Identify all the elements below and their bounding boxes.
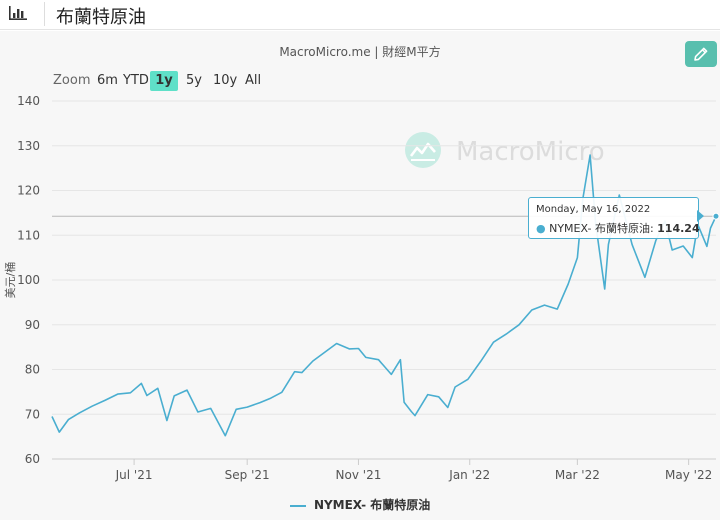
data-point — [671, 249, 673, 251]
data-point — [166, 419, 168, 421]
chart-panel: MacroMicro.me | 財經M平方 Zoom 6m YTD 1y 5y … — [0, 31, 720, 520]
data-point — [301, 371, 303, 373]
x-tick-label: Jan '22 — [448, 468, 490, 482]
data-point — [312, 360, 314, 362]
tooltip-value: 114.24 — [657, 222, 700, 235]
page-title: 布蘭特原油 — [56, 7, 146, 28]
data-point — [631, 243, 633, 245]
x-tick-label: Jul '21 — [115, 468, 153, 482]
data-point — [709, 227, 711, 229]
data-point — [104, 399, 106, 401]
tooltip-series-name: NYMEX- 布蘭特原油 — [549, 222, 650, 235]
data-point — [447, 406, 449, 408]
data-point — [567, 283, 569, 285]
chart-legend[interactable]: NYMEX- 布蘭特原油 — [0, 496, 720, 513]
data-point — [604, 288, 606, 290]
y-tick-label: 110 — [17, 228, 40, 242]
data-point — [173, 395, 175, 397]
y-tick-label: 140 — [17, 94, 40, 108]
data-point — [556, 308, 558, 310]
bar-chart-icon — [9, 6, 27, 20]
hover-marker — [712, 212, 720, 220]
x-tick-label: Mar '22 — [555, 468, 600, 482]
data-point — [324, 350, 326, 352]
data-point — [410, 410, 412, 412]
y-tick-label: 60 — [25, 452, 40, 466]
data-point — [91, 405, 93, 407]
y-tick-label: 80 — [25, 363, 40, 377]
tooltip-row: ● NYMEX- 布蘭特原油: 114.24 — [536, 222, 700, 235]
data-point — [67, 418, 69, 420]
data-point — [293, 371, 295, 373]
y-tick-label: 90 — [25, 318, 40, 332]
data-point — [414, 414, 416, 416]
data-point — [224, 435, 226, 437]
line-chart[interactable]: 60 70 80 90 100 110 120 130 140 Jul '21 Sep '21 Nov… — [0, 31, 720, 520]
data-point — [589, 154, 591, 156]
data-point — [197, 411, 199, 413]
tooltip: Monday, May 16, 2022 ● NYMEX- 布蘭特原油: 114… — [528, 197, 700, 239]
data-point — [531, 309, 533, 311]
data-point — [467, 378, 469, 380]
data-point — [706, 245, 708, 247]
data-point — [235, 408, 237, 410]
data-point — [51, 415, 53, 417]
x-tick-label: May '22 — [665, 468, 712, 482]
data-point — [492, 341, 494, 343]
data-point — [246, 406, 248, 408]
tooltip-series-dot-icon: ● — [536, 222, 546, 235]
data-point — [691, 256, 693, 258]
data-point — [438, 396, 440, 398]
data-point — [390, 373, 392, 375]
data-point — [618, 194, 620, 196]
data-point — [576, 256, 578, 258]
data-point — [644, 276, 646, 278]
y-axis-label: 美元/桶 — [3, 262, 17, 299]
data-point — [116, 393, 118, 395]
y-tick-label: 70 — [25, 407, 40, 421]
data-point — [505, 333, 507, 335]
data-point — [357, 347, 359, 349]
data-point — [427, 393, 429, 395]
data-point — [157, 387, 159, 389]
app-header: 布蘭特原油 — [0, 0, 720, 30]
data-point — [259, 401, 261, 403]
legend-label: NYMEX- 布蘭特原油 — [313, 498, 431, 512]
data-point — [186, 389, 188, 391]
data-point — [58, 431, 60, 433]
data-point — [129, 392, 131, 394]
x-tick-label: Sep '21 — [225, 468, 270, 482]
data-point — [518, 324, 520, 326]
y-tick-label: 120 — [17, 184, 40, 198]
data-point — [543, 304, 545, 306]
data-point — [348, 348, 350, 350]
data-point — [377, 358, 379, 360]
y-tick-label: 130 — [17, 139, 40, 153]
data-point — [682, 245, 684, 247]
data-point — [479, 360, 481, 362]
data-point — [270, 397, 272, 399]
data-point — [78, 412, 80, 414]
data-point — [403, 401, 405, 403]
data-point — [146, 394, 148, 396]
data-point — [655, 239, 657, 241]
data-point — [365, 356, 367, 358]
x-tick-label: Nov '21 — [336, 468, 382, 482]
data-point — [454, 386, 456, 388]
y-tick-label: 100 — [17, 273, 40, 287]
data-point — [281, 391, 283, 393]
data-point — [335, 342, 337, 344]
data-point — [607, 243, 609, 245]
data-point — [140, 382, 142, 384]
data-point — [399, 358, 401, 360]
legend-swatch — [289, 504, 306, 507]
tooltip-arrow — [697, 210, 704, 222]
tooltip-date: Monday, May 16, 2022 — [536, 204, 651, 215]
header-divider — [44, 2, 45, 26]
data-point — [210, 407, 212, 409]
